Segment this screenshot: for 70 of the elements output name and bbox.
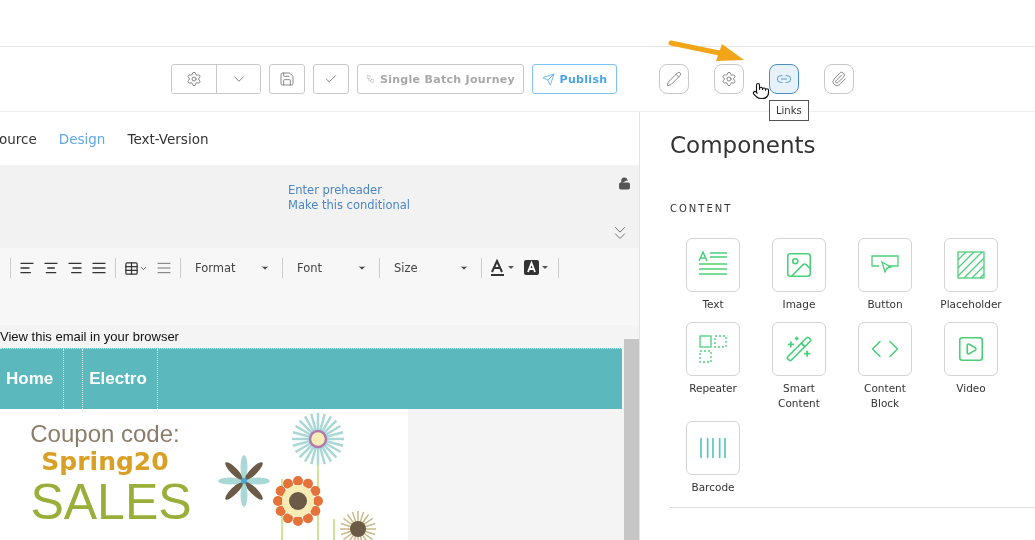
- save-icon: [279, 71, 295, 87]
- component-label: Repeater: [689, 381, 737, 396]
- editor-tab[interactable]: Design: [58, 130, 106, 147]
- publish-button[interactable]: Publish: [532, 64, 617, 94]
- component-label: Placeholder: [940, 297, 1002, 312]
- component-label: Button: [867, 297, 903, 312]
- tooltip: Links: [769, 100, 809, 121]
- component-label: Barcode: [691, 480, 735, 495]
- approve-button[interactable]: [313, 64, 349, 94]
- format-dropdown[interactable]: Size: [388, 258, 473, 278]
- sales-headline: SALES: [30, 477, 192, 528]
- section-heading: CONTENT: [670, 203, 734, 214]
- component-tile[interactable]: [858, 322, 912, 376]
- text-color-icon: [490, 259, 516, 277]
- links-button[interactable]: [769, 64, 799, 94]
- component-label: Smart Content: [777, 381, 821, 411]
- component-label: Text: [702, 297, 724, 312]
- text-color-button[interactable]: [490, 258, 516, 278]
- caret-icon: [459, 263, 469, 273]
- component-label: Image: [782, 297, 816, 312]
- settings-split-button[interactable]: [171, 64, 261, 94]
- preheader-link[interactable]: Make this conditional: [288, 198, 609, 212]
- send-icon: [541, 72, 555, 86]
- unlock-icon[interactable]: [618, 177, 631, 190]
- check-icon: [324, 72, 338, 86]
- component-tile[interactable]: [944, 238, 998, 292]
- table-icon: [124, 260, 139, 276]
- attach-button[interactable]: [824, 64, 854, 94]
- settings-icon: [186, 71, 202, 87]
- lines-icon: [156, 260, 172, 276]
- component-tile[interactable]: [858, 238, 912, 292]
- format-dropdown[interactable]: Font: [291, 258, 371, 278]
- editor-tab[interactable]: Text-Version: [127, 130, 209, 147]
- align-center-icon: [43, 260, 59, 276]
- save-button[interactable]: [269, 64, 305, 94]
- coupon-label: Coupon code:: [30, 421, 180, 448]
- component-label: Video: [956, 381, 986, 396]
- panel-title: Components: [670, 132, 817, 158]
- format-dropdown[interactable]: Format: [189, 258, 274, 278]
- component-tile[interactable]: [686, 238, 740, 292]
- caret-icon: [260, 263, 270, 273]
- component-tile[interactable]: [772, 322, 826, 376]
- component-tile[interactable]: [686, 421, 740, 475]
- view-in-browser-link[interactable]: View this email in your browser: [0, 325, 622, 348]
- component-label: Content Block: [863, 381, 907, 411]
- background-color-icon: [524, 259, 550, 277]
- caret-icon: [357, 263, 367, 273]
- justify-icon: [91, 260, 107, 276]
- dashed-squares-icon: [699, 335, 727, 363]
- align-right-icon: [67, 260, 83, 276]
- magic-wand-icon: [785, 335, 813, 363]
- component-tile[interactable]: [772, 238, 826, 292]
- coupon-code: Spring20: [41, 447, 169, 478]
- component-tile[interactable]: [686, 322, 740, 376]
- edit-button[interactable]: [659, 64, 689, 94]
- image-icon: [784, 250, 814, 280]
- play-icon: [956, 334, 986, 364]
- hatched-square-icon: [957, 251, 985, 279]
- component-tile[interactable]: [944, 322, 998, 376]
- settings-button[interactable]: [714, 64, 744, 94]
- hand-cursor-icon: [752, 82, 770, 100]
- pencil-icon: [666, 71, 682, 87]
- settings-icon: [721, 71, 737, 87]
- paperclip-icon: [831, 71, 847, 87]
- align-left-icon: [19, 260, 35, 276]
- workflow-icon: [366, 72, 375, 86]
- preheader-link[interactable]: Enter preheader: [288, 183, 609, 197]
- editor-tab[interactable]: ource: [0, 130, 37, 147]
- background-color-button[interactable]: [524, 258, 550, 278]
- dropdown-button[interactable]: [216, 65, 260, 93]
